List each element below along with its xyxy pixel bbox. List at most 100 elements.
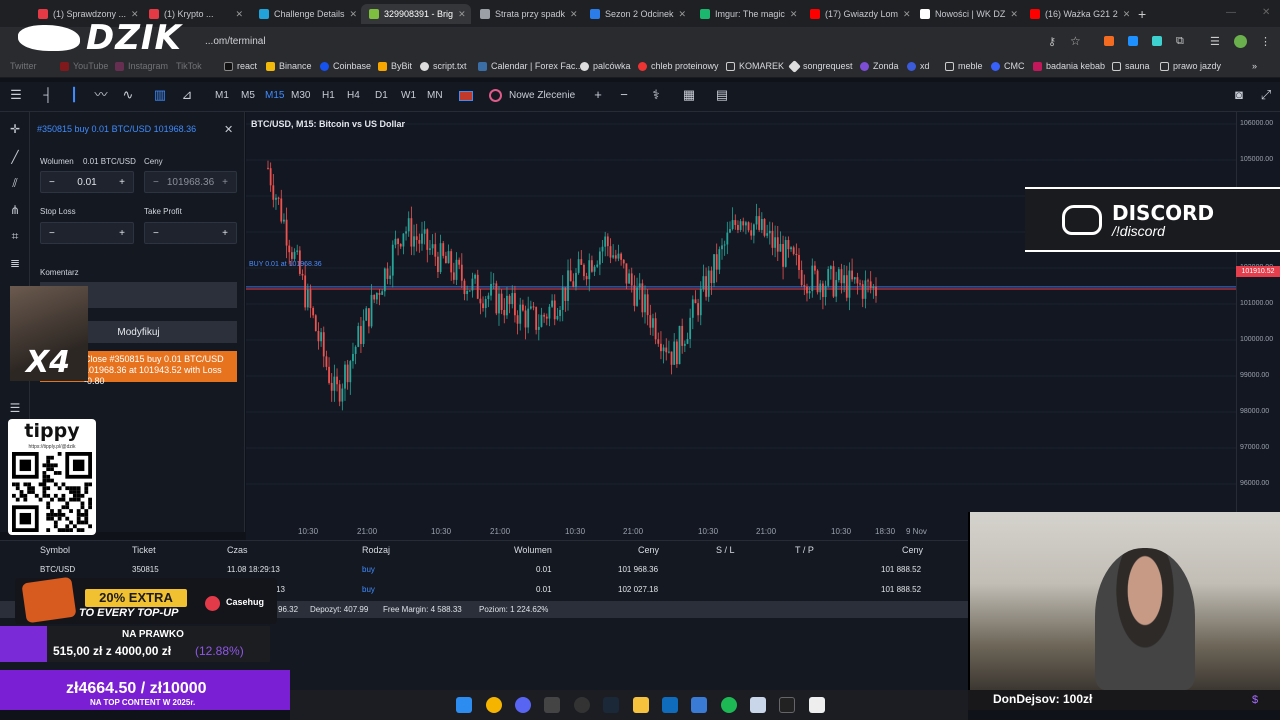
app-icon[interactable]: [691, 697, 707, 713]
bookmark-tiktok[interactable]: TikTok: [176, 61, 202, 71]
bar-chart-type-icon[interactable]: ┤: [41, 88, 55, 102]
stop-loss-stepper[interactable]: − +: [40, 222, 134, 244]
row2-volume[interactable]: 0.01: [536, 585, 552, 594]
channel-icon[interactable]: ⫽: [8, 176, 22, 190]
bookmark-binance[interactable]: Binance: [266, 61, 312, 71]
bookmark-kebab[interactable]: badania kebab: [1033, 61, 1105, 71]
close-icon[interactable]: ✕: [570, 9, 578, 20]
new-order-button[interactable]: Nowe Zlecenie: [509, 90, 575, 101]
new-order-icon[interactable]: [489, 89, 502, 102]
screenshot-icon[interactable]: ◙: [1232, 88, 1246, 102]
extension-icon[interactable]: [1128, 36, 1138, 46]
browser-tab[interactable]: (16) Ważka G21 2 ✕: [1022, 4, 1132, 24]
fullscreen-icon[interactable]: ⤢: [1259, 88, 1273, 102]
col-price[interactable]: Ceny: [638, 545, 659, 555]
price-axis[interactable]: [1236, 112, 1280, 540]
bookmark-script[interactable]: script.txt: [420, 61, 467, 71]
row1-ticket[interactable]: 350815: [132, 565, 159, 574]
app-icon[interactable]: [809, 697, 825, 713]
timeframe-m5[interactable]: M5: [241, 90, 255, 101]
increase-stop-loss-button[interactable]: +: [119, 228, 125, 239]
col-time[interactable]: Czas: [227, 545, 248, 555]
col-sl[interactable]: S / L: [716, 545, 735, 555]
row1-current[interactable]: 101 888.52: [881, 565, 921, 574]
profile-avatar[interactable]: [1234, 35, 1247, 48]
close-icon[interactable]: ✕: [235, 9, 243, 20]
bookmark-prawo-jazdy[interactable]: prawo jazdy: [1160, 61, 1221, 71]
extensions-puzzle-icon[interactable]: ⧉: [1176, 35, 1184, 48]
steam-icon[interactable]: [603, 697, 619, 713]
extension-icon[interactable]: [1152, 36, 1162, 46]
bookmark-meble[interactable]: meble: [945, 61, 983, 71]
windows-start-icon[interactable]: [456, 697, 472, 713]
bookmark-songrequest[interactable]: songrequest: [788, 59, 853, 73]
browser-tab[interactable]: Imgur: The magic ✕: [692, 4, 802, 24]
bookmark-cmc[interactable]: CMC: [991, 61, 1025, 71]
col-current-price[interactable]: Ceny: [902, 545, 923, 555]
zoom-out-icon[interactable]: −: [617, 88, 631, 102]
sidebar-icon[interactable]: ☰: [1210, 35, 1220, 48]
spotify-icon[interactable]: [721, 697, 737, 713]
close-icon[interactable]: ✕: [903, 9, 911, 20]
bookmark-twitter[interactable]: Twitter: [10, 61, 37, 71]
row2-type[interactable]: buy: [362, 585, 375, 594]
bookmark-youtube[interactable]: YouTube: [60, 61, 108, 71]
bookmark-instagram[interactable]: Instagram: [115, 61, 168, 71]
col-tp[interactable]: T / P: [795, 545, 814, 555]
col-ticket[interactable]: Ticket: [132, 545, 156, 555]
browser-tab[interactable]: Nowości | WK DZ ✕: [912, 4, 1022, 24]
bookmark-star-icon[interactable]: ☆: [1070, 34, 1081, 48]
minimize-window-icon[interactable]: —: [1226, 7, 1236, 18]
browser-tab-active[interactable]: 329908391 - Brig ✕: [361, 4, 471, 24]
browser-tab[interactable]: Challenge Details ✕: [251, 4, 361, 24]
close-icon[interactable]: ✕: [350, 9, 358, 20]
layers-icon[interactable]: ☰: [8, 401, 22, 415]
bookmarks-overflow-button[interactable]: »: [1252, 61, 1257, 71]
terminal-icon[interactable]: [779, 697, 795, 713]
close-icon[interactable]: ✕: [1123, 9, 1131, 20]
pitchfork-icon[interactable]: ⋔: [8, 203, 22, 217]
close-icon[interactable]: ✕: [790, 9, 798, 20]
close-icon[interactable]: ✕: [679, 9, 687, 20]
take-profit-stepper[interactable]: − +: [144, 222, 237, 244]
row1-type[interactable]: buy: [362, 565, 375, 574]
hamburger-menu-icon[interactable]: ☰: [9, 88, 23, 102]
bookmark-zonda[interactable]: Zonda: [860, 61, 899, 71]
shape-icon[interactable]: ⌗: [8, 229, 22, 243]
fibonacci-icon[interactable]: ≣: [8, 256, 22, 270]
timeframe-m1[interactable]: M1: [215, 90, 229, 101]
candlestick-chart-icon[interactable]: ┃: [67, 88, 81, 102]
url-text[interactable]: ...om/terminal: [205, 36, 266, 47]
templates-icon[interactable]: ▤: [715, 88, 729, 102]
bookmark-xd[interactable]: xd: [907, 61, 930, 71]
new-tab-button[interactable]: +: [1138, 6, 1146, 22]
indicator-icon[interactable]: ⊿: [180, 88, 194, 102]
password-key-icon[interactable]: ⚷: [1048, 35, 1056, 48]
close-panel-icon[interactable]: ✕: [224, 123, 233, 136]
close-window-icon[interactable]: ✕: [1262, 7, 1270, 18]
bookmark-coinbase[interactable]: Coinbase: [320, 61, 371, 71]
bookmark-palcowka[interactable]: palcówka: [580, 61, 631, 71]
close-icon[interactable]: ✕: [458, 9, 466, 20]
price-chart[interactable]: [246, 112, 1236, 540]
line-chart-icon[interactable]: 〰: [94, 88, 108, 102]
file-explorer-icon[interactable]: [633, 697, 649, 713]
increase-take-profit-button[interactable]: +: [222, 228, 228, 239]
browser-tab[interactable]: Strata przy spadk ✕: [472, 4, 582, 24]
timeframe-mn[interactable]: MN: [427, 90, 443, 101]
browser-tab[interactable]: (17) Gwiazdy Lom ✕: [802, 4, 912, 24]
discord-app-icon[interactable]: [515, 697, 531, 713]
row1-price[interactable]: 101 968.36: [618, 565, 658, 574]
timeframe-d1[interactable]: D1: [375, 90, 388, 101]
calendar-icon[interactable]: ▦: [682, 88, 696, 102]
col-type[interactable]: Rodzaj: [362, 545, 390, 555]
volume-value[interactable]: 0.01: [55, 177, 119, 188]
col-symbol[interactable]: Symbol: [40, 545, 70, 555]
bookmark-komarek[interactable]: KOMAREK: [726, 61, 784, 71]
browser-menu-icon[interactable]: ⋮: [1260, 35, 1271, 48]
row2-price[interactable]: 102 027.18: [618, 585, 658, 594]
timeframe-h4[interactable]: H4: [347, 90, 360, 101]
timeframe-w1[interactable]: W1: [401, 90, 416, 101]
price-value[interactable]: 101968.36: [159, 177, 222, 188]
chrome-icon[interactable]: [486, 697, 502, 713]
